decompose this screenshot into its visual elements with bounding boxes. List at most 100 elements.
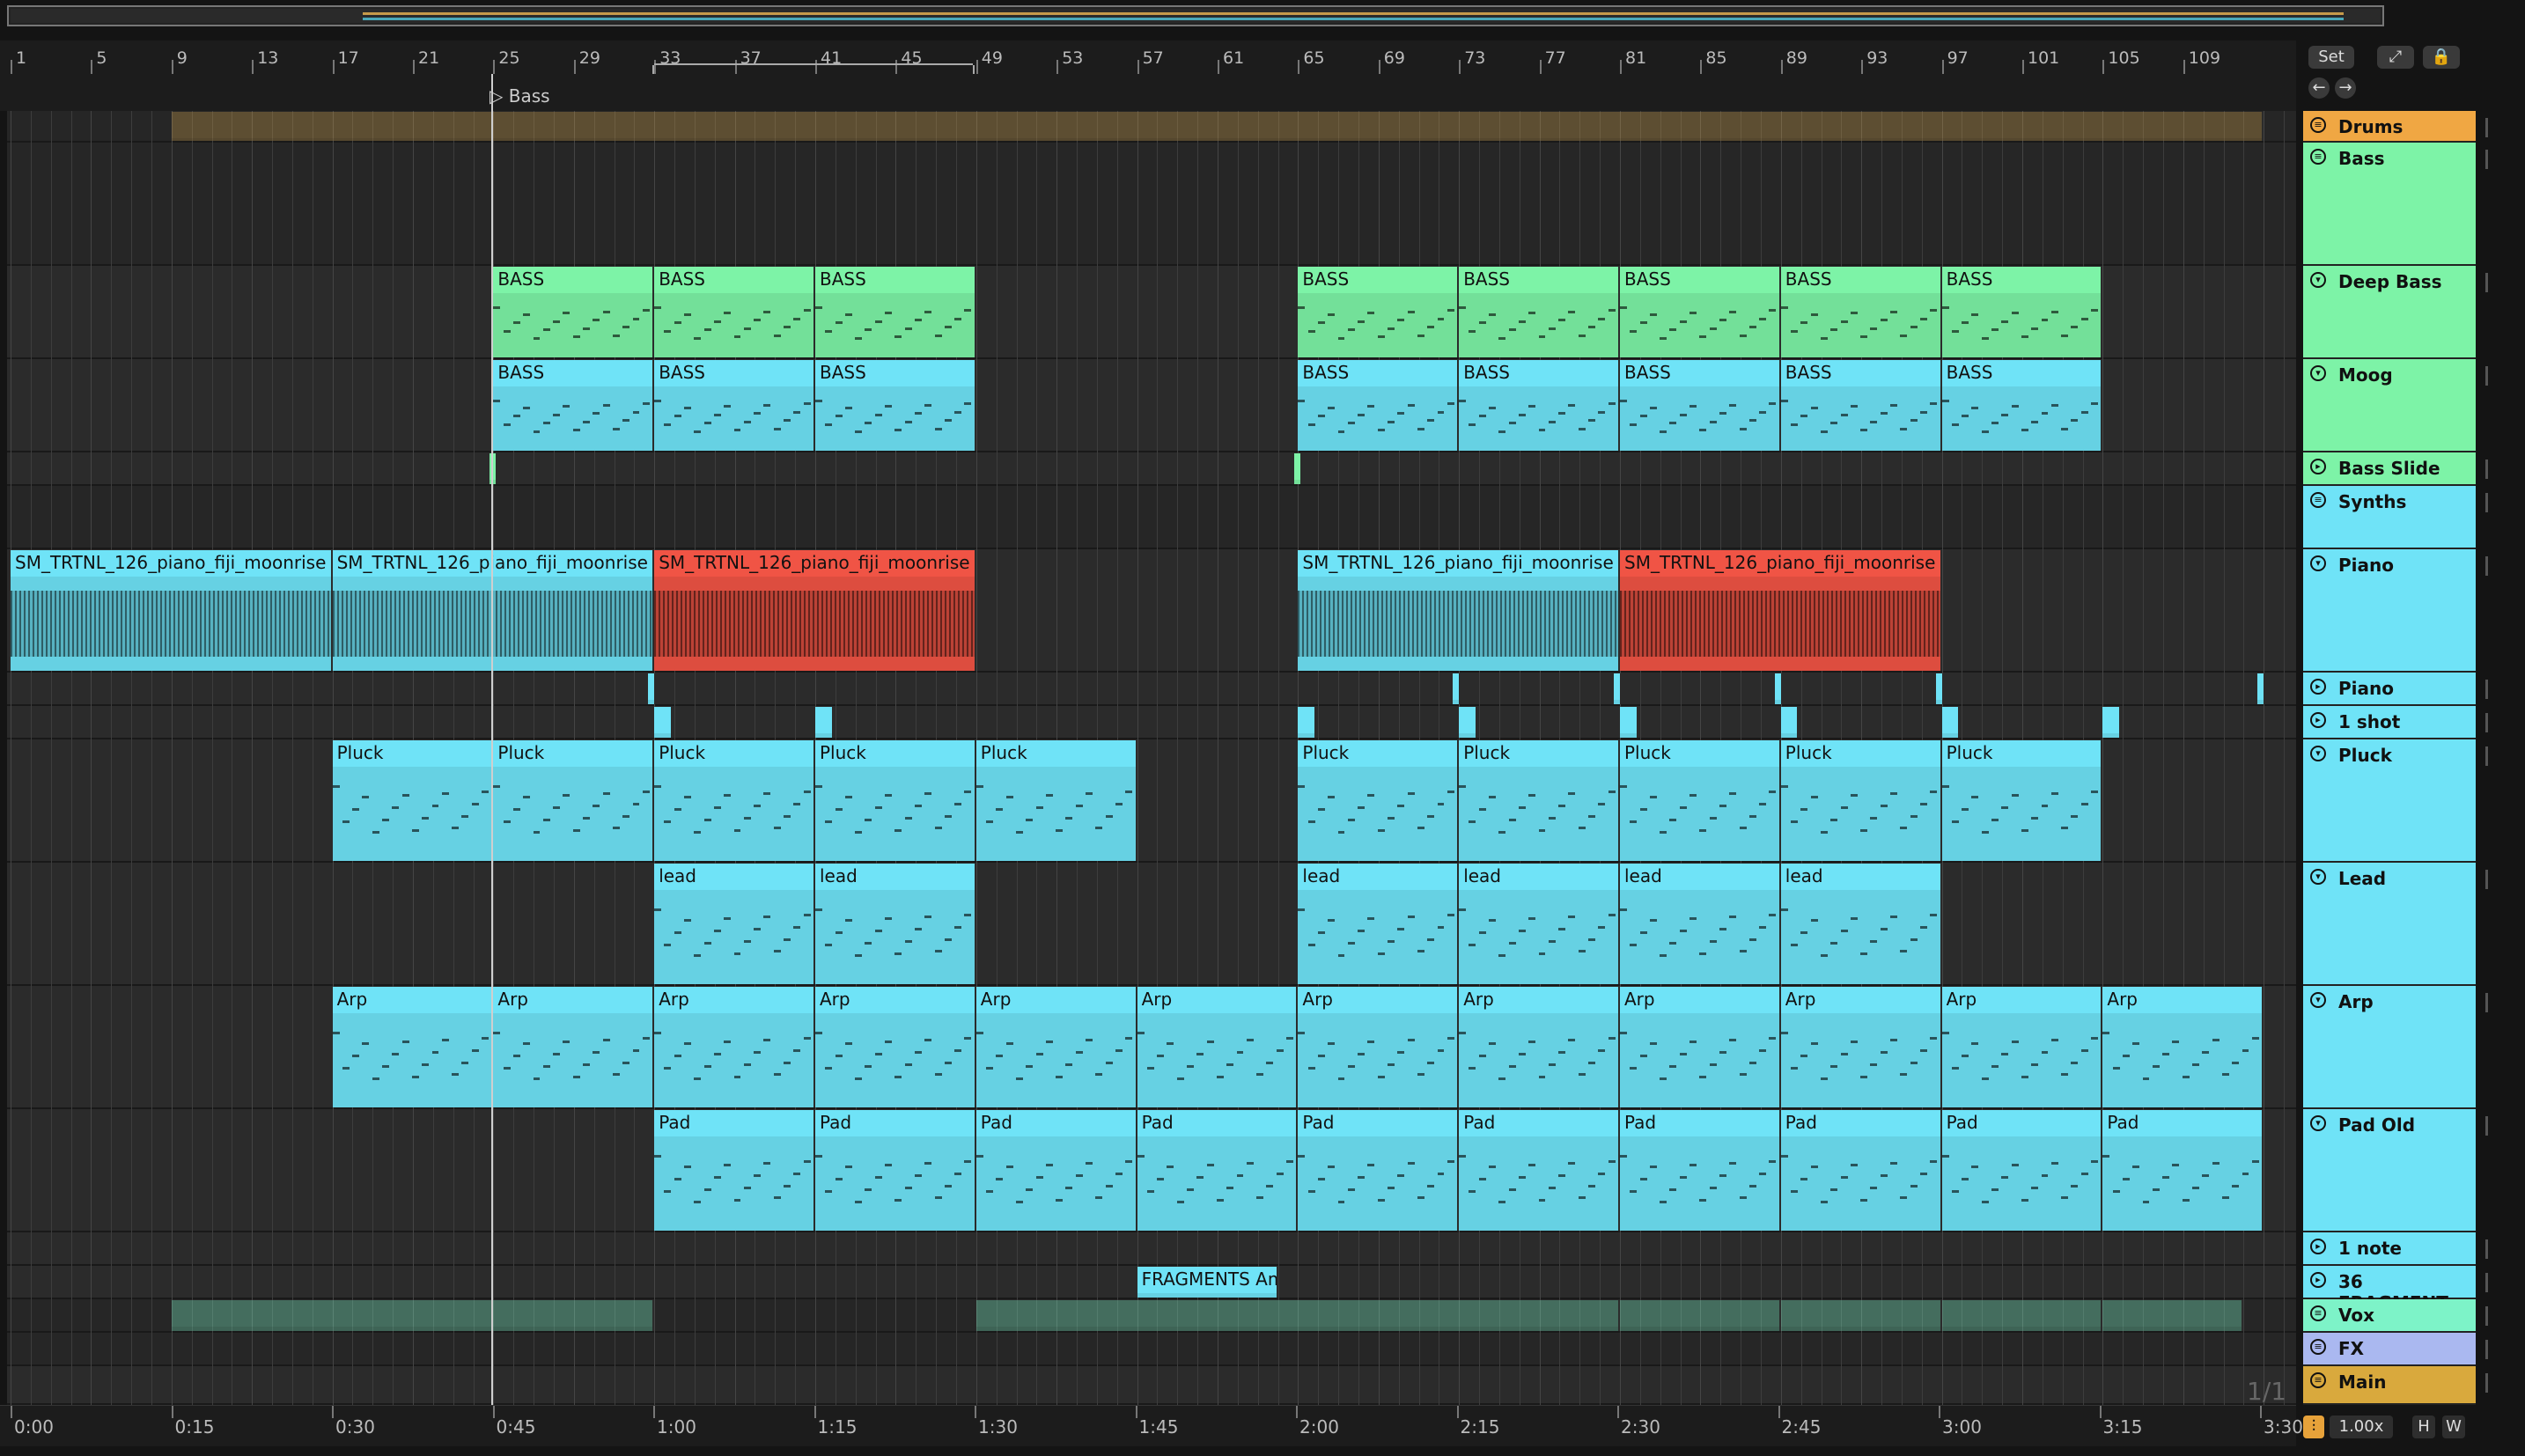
clip[interactable]: Pluck bbox=[1941, 740, 2103, 861]
track-header[interactable]: ≡ Vox bbox=[2303, 1299, 2476, 1333]
clip[interactable]: BASS bbox=[654, 360, 815, 451]
clip[interactable]: Pad bbox=[815, 1110, 976, 1231]
clip[interactable]: Pluck bbox=[1780, 740, 1942, 861]
clip[interactable]: BASS bbox=[1298, 267, 1460, 357]
track-lane[interactable] bbox=[7, 1232, 2296, 1266]
clip[interactable]: lead bbox=[1780, 864, 1942, 984]
clip[interactable] bbox=[1941, 707, 1961, 738]
tempo-scale-display[interactable]: 1.00x bbox=[2330, 1416, 2393, 1438]
track-header[interactable]: ▾ Lead bbox=[2303, 863, 2476, 986]
clip[interactable]: Pluck bbox=[1298, 740, 1460, 861]
track-fold-icon[interactable]: ▾ bbox=[2310, 365, 2326, 381]
clip[interactable] bbox=[2102, 1300, 2244, 1331]
clip[interactable]: Pluck bbox=[332, 740, 494, 861]
w-button[interactable]: W bbox=[2442, 1416, 2465, 1438]
clip[interactable]: Pluck bbox=[815, 740, 976, 861]
track-fold-icon[interactable]: ▾ bbox=[2310, 869, 2326, 885]
track-header[interactable]: ≡ Synths bbox=[2303, 486, 2476, 549]
clip[interactable]: Pluck bbox=[975, 740, 1137, 861]
group-fold-icon[interactable]: ≡ bbox=[2310, 1305, 2326, 1321]
set-button[interactable]: Set bbox=[2308, 46, 2354, 69]
clip[interactable]: lead bbox=[1459, 864, 1620, 984]
clip[interactable] bbox=[1459, 707, 1477, 738]
track-fold-icon[interactable]: ≡ bbox=[2310, 1372, 2326, 1388]
lock-button[interactable]: 🔒 bbox=[2423, 46, 2460, 69]
clip[interactable] bbox=[1298, 707, 1316, 738]
clip[interactable]: lead bbox=[654, 864, 815, 984]
track-lane[interactable] bbox=[7, 863, 2296, 986]
clip[interactable]: Arp bbox=[1620, 987, 1781, 1107]
clip[interactable]: Pad bbox=[2102, 1110, 2264, 1231]
track-header[interactable]: ▾ Moog bbox=[2303, 359, 2476, 452]
clip[interactable]: SM_TRTNL_126_piano_fiji_moonrise bbox=[1298, 550, 1620, 671]
clip[interactable]: BASS bbox=[1941, 267, 2103, 357]
track-header[interactable]: ▸ 1 note bbox=[2303, 1232, 2476, 1266]
clip[interactable] bbox=[975, 1300, 1620, 1331]
clip[interactable]: SM_TRTNL_126_piano_fiji_moonrise bbox=[11, 550, 333, 671]
track-fold-icon[interactable]: ▾ bbox=[2310, 746, 2326, 761]
clip[interactable]: lead bbox=[1620, 864, 1781, 984]
clip[interactable] bbox=[1620, 1300, 1781, 1331]
clip[interactable]: Arp bbox=[1298, 987, 1460, 1107]
clip[interactable] bbox=[648, 673, 657, 704]
clip[interactable]: SM_TRTNL_126_piano_fiji_moonrise bbox=[1620, 550, 1942, 671]
clip[interactable] bbox=[1293, 453, 1302, 484]
clip[interactable]: SM_TRTNL_126_piano_fiji_moonrise bbox=[332, 550, 655, 671]
track-header[interactable]: ▸ Bass Slide bbox=[2303, 452, 2476, 486]
track-header[interactable]: ≡ Bass bbox=[2303, 143, 2476, 266]
clip[interactable]: Arp bbox=[975, 987, 1137, 1107]
track-lane[interactable] bbox=[7, 673, 2296, 706]
clip[interactable]: Arp bbox=[493, 987, 655, 1107]
clip[interactable] bbox=[1614, 673, 1623, 704]
clip[interactable]: Pad bbox=[1620, 1110, 1781, 1231]
track-lane[interactable] bbox=[7, 486, 2296, 549]
clip[interactable]: SM_TRTNL_126_piano_fiji_moonrise bbox=[654, 550, 976, 671]
clip[interactable]: BASS bbox=[493, 360, 655, 451]
clip[interactable] bbox=[2102, 707, 2121, 738]
clip[interactable] bbox=[1774, 673, 1784, 704]
track-header[interactable]: ▾ Pad Old bbox=[2303, 1109, 2476, 1232]
clip[interactable]: Pad bbox=[654, 1110, 815, 1231]
clip[interactable]: Arp bbox=[1941, 987, 2103, 1107]
clip[interactable]: Arp bbox=[815, 987, 976, 1107]
clip[interactable]: Pad bbox=[975, 1110, 1137, 1231]
clip[interactable] bbox=[171, 1300, 655, 1331]
clip[interactable]: Arp bbox=[1780, 987, 1942, 1107]
clip[interactable]: Pad bbox=[1941, 1110, 2103, 1231]
clip[interactable]: BASS bbox=[815, 267, 976, 357]
clip[interactable]: BASS bbox=[1620, 267, 1781, 357]
group-fold-icon[interactable]: ≡ bbox=[2310, 149, 2326, 165]
clip[interactable]: BASS bbox=[1459, 267, 1620, 357]
arrangement-overview[interactable] bbox=[7, 5, 2384, 26]
clip[interactable] bbox=[1941, 1300, 2103, 1331]
clip[interactable] bbox=[1780, 1300, 1942, 1331]
arrangement-view[interactable]: BASS BASS BASS BASS BASS BASS BASS BASS BASS BASS… bbox=[7, 111, 2296, 1405]
track-header[interactable]: ≡ FX bbox=[2303, 1333, 2476, 1366]
clip[interactable]: Pad bbox=[1137, 1110, 1299, 1231]
clip[interactable]: Pad bbox=[1298, 1110, 1460, 1231]
track-header[interactable]: ≡ Drums bbox=[2303, 111, 2476, 143]
clip[interactable]: Arp bbox=[1459, 987, 1620, 1107]
clip[interactable] bbox=[1620, 707, 1638, 738]
track-header[interactable]: ▸ Piano bbox=[2303, 673, 2476, 706]
track-header[interactable]: ▾ Piano bbox=[2303, 549, 2476, 673]
track-lane[interactable] bbox=[7, 1333, 2296, 1366]
clip[interactable] bbox=[1453, 673, 1461, 704]
track-header[interactable]: ▾ Pluck bbox=[2303, 739, 2476, 863]
track-fold-icon[interactable]: ▸ bbox=[2310, 679, 2326, 695]
clip[interactable]: Pad bbox=[1459, 1110, 1620, 1231]
clip[interactable]: BASS bbox=[1459, 360, 1620, 451]
group-fold-icon[interactable]: ≡ bbox=[2310, 1339, 2326, 1355]
track-header[interactable]: ▸ 1 shot bbox=[2303, 706, 2476, 739]
clip[interactable]: Arp bbox=[1137, 987, 1299, 1107]
clip[interactable]: Pad bbox=[1780, 1110, 1942, 1231]
group-fold-icon[interactable]: ≡ bbox=[2310, 492, 2326, 508]
clip[interactable]: BASS bbox=[815, 360, 976, 451]
track-fold-icon[interactable]: ▾ bbox=[2310, 1115, 2326, 1131]
track-fold-icon[interactable]: ▸ bbox=[2310, 712, 2326, 728]
track-header[interactable]: ▾ Deep Bass bbox=[2303, 266, 2476, 359]
clip[interactable]: BASS bbox=[1780, 360, 1942, 451]
track-fold-icon[interactable]: ▾ bbox=[2310, 555, 2326, 571]
track-header[interactable]: ≡ Main bbox=[2303, 1366, 2476, 1405]
track-fold-icon[interactable]: ▸ bbox=[2310, 1239, 2326, 1254]
